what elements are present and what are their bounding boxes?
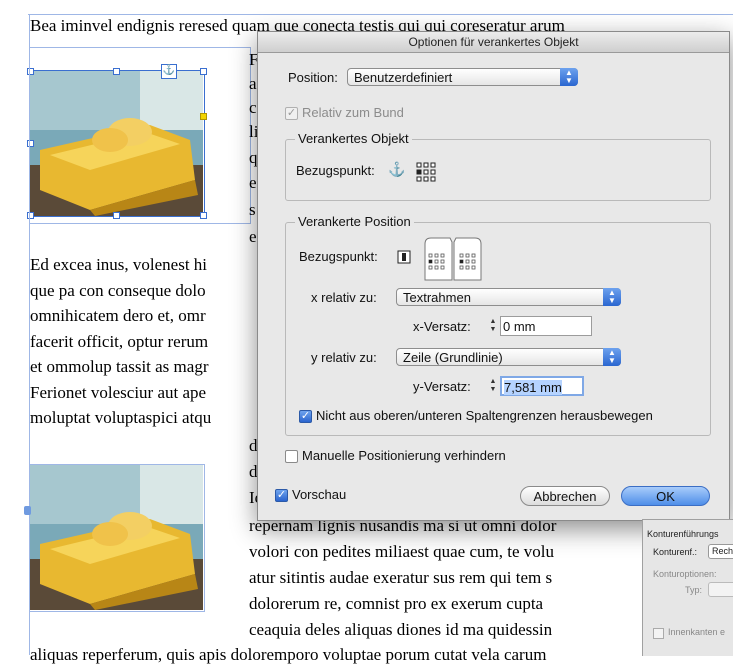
doc-line: dolorerum re, comnist pro ex exerum cupt… <box>249 594 544 613</box>
popup-arrows-icon: ▲ ▼ <box>603 348 621 366</box>
type-popup[interactable] <box>708 582 733 597</box>
popup-arrows-icon: ▲ ▼ <box>603 288 621 306</box>
reference-point-grid-icon[interactable] <box>416 162 436 182</box>
ok-button[interactable]: OK <box>621 486 710 506</box>
doc-line: moluptat voluptaspici atqu <box>30 408 212 427</box>
doc-line: que pa con conseque dolo <box>30 281 206 300</box>
contour-options-label: Konturoptionen: <box>653 569 717 579</box>
position-popup[interactable]: Benutzerdefiniert ▲ ▼ <box>347 68 578 86</box>
doc-fragment: e <box>249 227 257 246</box>
wrap-frame-guide <box>29 47 251 224</box>
photo-frame-bottom <box>29 464 205 612</box>
doc-line: atur sitintis audae exeratur sus rem qui… <box>249 568 553 587</box>
panel-title: Konturenführungs <box>647 529 719 539</box>
y-offset-value: 7,581 mm <box>504 380 562 395</box>
contour-label: Konturenf.: <box>653 547 698 557</box>
x-offset-stepper[interactable]: ▲ ▼ <box>487 318 499 336</box>
position-popup-value: Benutzerdefiniert <box>354 70 453 85</box>
doc-fragment: s <box>249 200 256 219</box>
position-label: Position: <box>288 70 338 85</box>
relative-spine-checkbox[interactable]: ✓ <box>285 107 298 120</box>
reference-point-label: Bezugspunkt: <box>296 163 375 178</box>
doc-line: volori con pedites miliaest quae cum, te… <box>249 542 554 561</box>
anchored-position-group-title: Verankerte Position <box>295 214 414 229</box>
doc-line: Ferionet volesciur aut ape <box>30 383 207 402</box>
prevent-manual-label: Manuelle Positionierung verhindern <box>302 448 506 463</box>
prevent-manual-checkbox[interactable] <box>285 450 298 463</box>
cancel-button[interactable]: Abbrechen <box>520 486 610 506</box>
relative-spine-label: Relativ zum Bund <box>302 105 404 120</box>
popup-arrows-icon: ▲ ▼ <box>560 68 578 86</box>
y-relative-label: y relativ zu: <box>311 350 377 365</box>
doc-line: ceaquia deles aliquas diones id ma quide… <box>249 620 553 639</box>
y-relative-popup[interactable]: Zeile (Grundlinie) ▲ ▼ <box>396 348 621 366</box>
spine-reference-icon <box>397 250 411 264</box>
doc-line: et ommolup tassit as magr <box>30 357 209 376</box>
preview-checkbox[interactable]: ✓ <box>275 489 288 502</box>
keep-within-column-checkbox[interactable]: ✓ <box>299 410 312 423</box>
doc-line: Ed excea inus, volenest hi <box>30 255 208 274</box>
dialog-title[interactable]: Optionen für verankertes Objekt <box>258 32 729 53</box>
x-offset-input[interactable]: 0 mm <box>500 316 592 336</box>
y-relative-popup-value: Zeile (Grundlinie) <box>403 350 503 365</box>
anchor-icon: ⚓ <box>388 161 406 177</box>
doc-line: aliquas reperferum, quis apis dolorempor… <box>30 645 547 664</box>
doc-fragment: a <box>249 74 257 93</box>
frame-anchor-marker <box>24 506 31 515</box>
x-relative-label: x relativ zu: <box>311 290 377 305</box>
doc-fragment: e <box>249 173 257 192</box>
y-offset-input[interactable]: 7,581 mm <box>500 376 584 396</box>
anchored-object-options-dialog: Optionen für verankertes Objekt Position… <box>257 31 730 521</box>
x-relative-popup-value: Textrahmen <box>403 290 471 305</box>
doc-line: omnihicatem dero et, omr <box>30 306 206 325</box>
page-reference-proxy-icon[interactable] <box>423 236 483 282</box>
anchored-object-group-title: Verankertes Objekt <box>295 131 412 146</box>
text-frame-guide <box>28 14 733 15</box>
x-offset-label: x-Versatz: <box>413 319 471 334</box>
text-wrap-panel: Konturenführungs Konturenf.: Rech Kontur… <box>642 519 733 656</box>
x-relative-popup[interactable]: Textrahmen ▲ ▼ <box>396 288 621 306</box>
keep-within-column-label: Nicht aus oberen/unteren Spaltengrenzen … <box>316 408 653 423</box>
inner-edges-label: Innenkanten e <box>668 627 726 637</box>
preview-label: Vorschau <box>292 487 347 502</box>
y-offset-stepper[interactable]: ▲ ▼ <box>487 378 499 396</box>
y-offset-label: y-Versatz: <box>413 379 471 394</box>
doc-fragment: c <box>249 98 257 117</box>
doc-line: facerit officit, optur rerum <box>30 332 209 351</box>
inner-edges-checkbox[interactable] <box>653 628 664 639</box>
reference-point-2-label: Bezugspunkt: <box>299 249 378 264</box>
contour-type-popup[interactable]: Rech <box>708 544 733 559</box>
type-label: Typ: <box>685 585 703 595</box>
